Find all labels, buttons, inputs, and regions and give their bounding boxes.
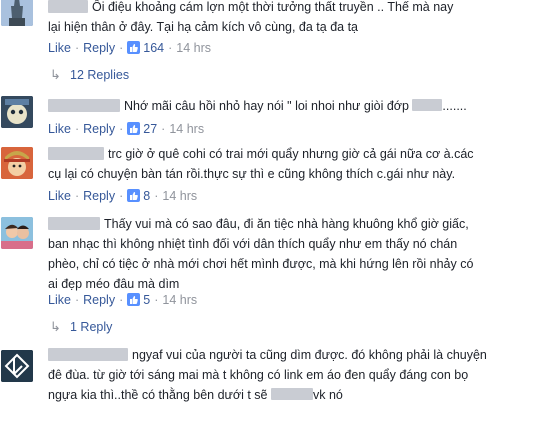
blurred-author-name[interactable]: [48, 0, 88, 13]
replies-count[interactable]: 1 Reply: [70, 320, 112, 334]
comment-actions: Like · Reply · 164 · 14 hrs: [48, 41, 212, 55]
like-icon: [127, 293, 141, 306]
replies-count[interactable]: 12 Replies: [70, 68, 129, 82]
blurred-author-name[interactable]: [48, 147, 104, 160]
comment-3: trc giờ ở quê cohi có trai mới quẩy nhưn…: [0, 143, 550, 205]
like-count[interactable]: 27: [143, 122, 157, 136]
like-link[interactable]: Like: [48, 122, 71, 136]
reply-link[interactable]: Reply: [83, 189, 115, 203]
like-icon: [127, 189, 141, 202]
view-replies-link[interactable]: ↳ 12 Replies: [50, 66, 129, 84]
cartoon-avatar-icon: [1, 96, 33, 128]
like-count[interactable]: 164: [143, 41, 164, 55]
couple-photo-icon: [1, 217, 33, 249]
comment-text: Thấy vui mà có sao đâu, đi ăn tiệc nhà h…: [48, 217, 474, 291]
reply-link[interactable]: Reply: [83, 122, 115, 136]
linkin-park-logo-icon: [1, 350, 33, 382]
blurred-author-name[interactable]: [48, 99, 120, 112]
comment-text: ngyaf vui của người ta cũng dìm được. đó…: [48, 348, 487, 402]
like-icon: [127, 41, 141, 54]
comment-1: Ôi điệu khoảng cám lợn một thời tưởng th…: [0, 0, 550, 58]
blurred-author-name[interactable]: [48, 348, 128, 361]
avatar[interactable]: [1, 96, 33, 128]
comment-4: Thấy vui mà có sao đâu, đi ăn tiệc nhà h…: [0, 209, 550, 311]
reply-link[interactable]: Reply: [83, 293, 115, 307]
avatar[interactable]: [1, 0, 33, 26]
avatar[interactable]: [1, 217, 33, 249]
like-icon: [127, 122, 141, 135]
comment-text: trc giờ ở quê cohi có trai mới quẩy nhưn…: [48, 147, 474, 181]
comment-text: Ôi điệu khoảng cám lợn một thời tưởng th…: [48, 0, 454, 34]
comment-actions: Like · Reply · 27 · 14 hrs: [48, 122, 205, 136]
view-replies-link[interactable]: ↳ 1 Reply: [50, 318, 112, 336]
like-link[interactable]: Like: [48, 41, 71, 55]
reply-link[interactable]: Reply: [83, 41, 115, 55]
anime-avatar-icon: [1, 147, 33, 179]
blurred-text: [412, 99, 443, 111]
timestamp[interactable]: 14 hrs: [162, 189, 197, 203]
comment-2: Nhớ mãi câu hồi nhỏ hay nói " loi nhoi n…: [0, 94, 550, 140]
timestamp[interactable]: 14 hrs: [169, 122, 204, 136]
timestamp[interactable]: 14 hrs: [176, 41, 211, 55]
reply-arrow-icon: ↳: [50, 67, 61, 82]
like-link[interactable]: Like: [48, 189, 71, 203]
reply-arrow-icon: ↳: [50, 319, 61, 334]
comment-actions: Like · Reply · 5 · 14 hrs: [48, 293, 198, 307]
timestamp[interactable]: 14 hrs: [162, 293, 197, 307]
blurred-text: [271, 388, 313, 400]
comment-text: Nhớ mãi câu hồi nhỏ hay nói " loi nhoi n…: [48, 96, 542, 116]
avatar[interactable]: [1, 147, 33, 179]
like-link[interactable]: Like: [48, 293, 71, 307]
avatar[interactable]: [1, 350, 33, 382]
comment-actions: Like · Reply · 8 · 14 hrs: [48, 189, 198, 203]
comment-5: ngyaf vui của người ta cũng dìm được. đó…: [0, 342, 550, 433]
statue-icon: [1, 0, 33, 26]
blurred-author-name[interactable]: [48, 217, 100, 230]
